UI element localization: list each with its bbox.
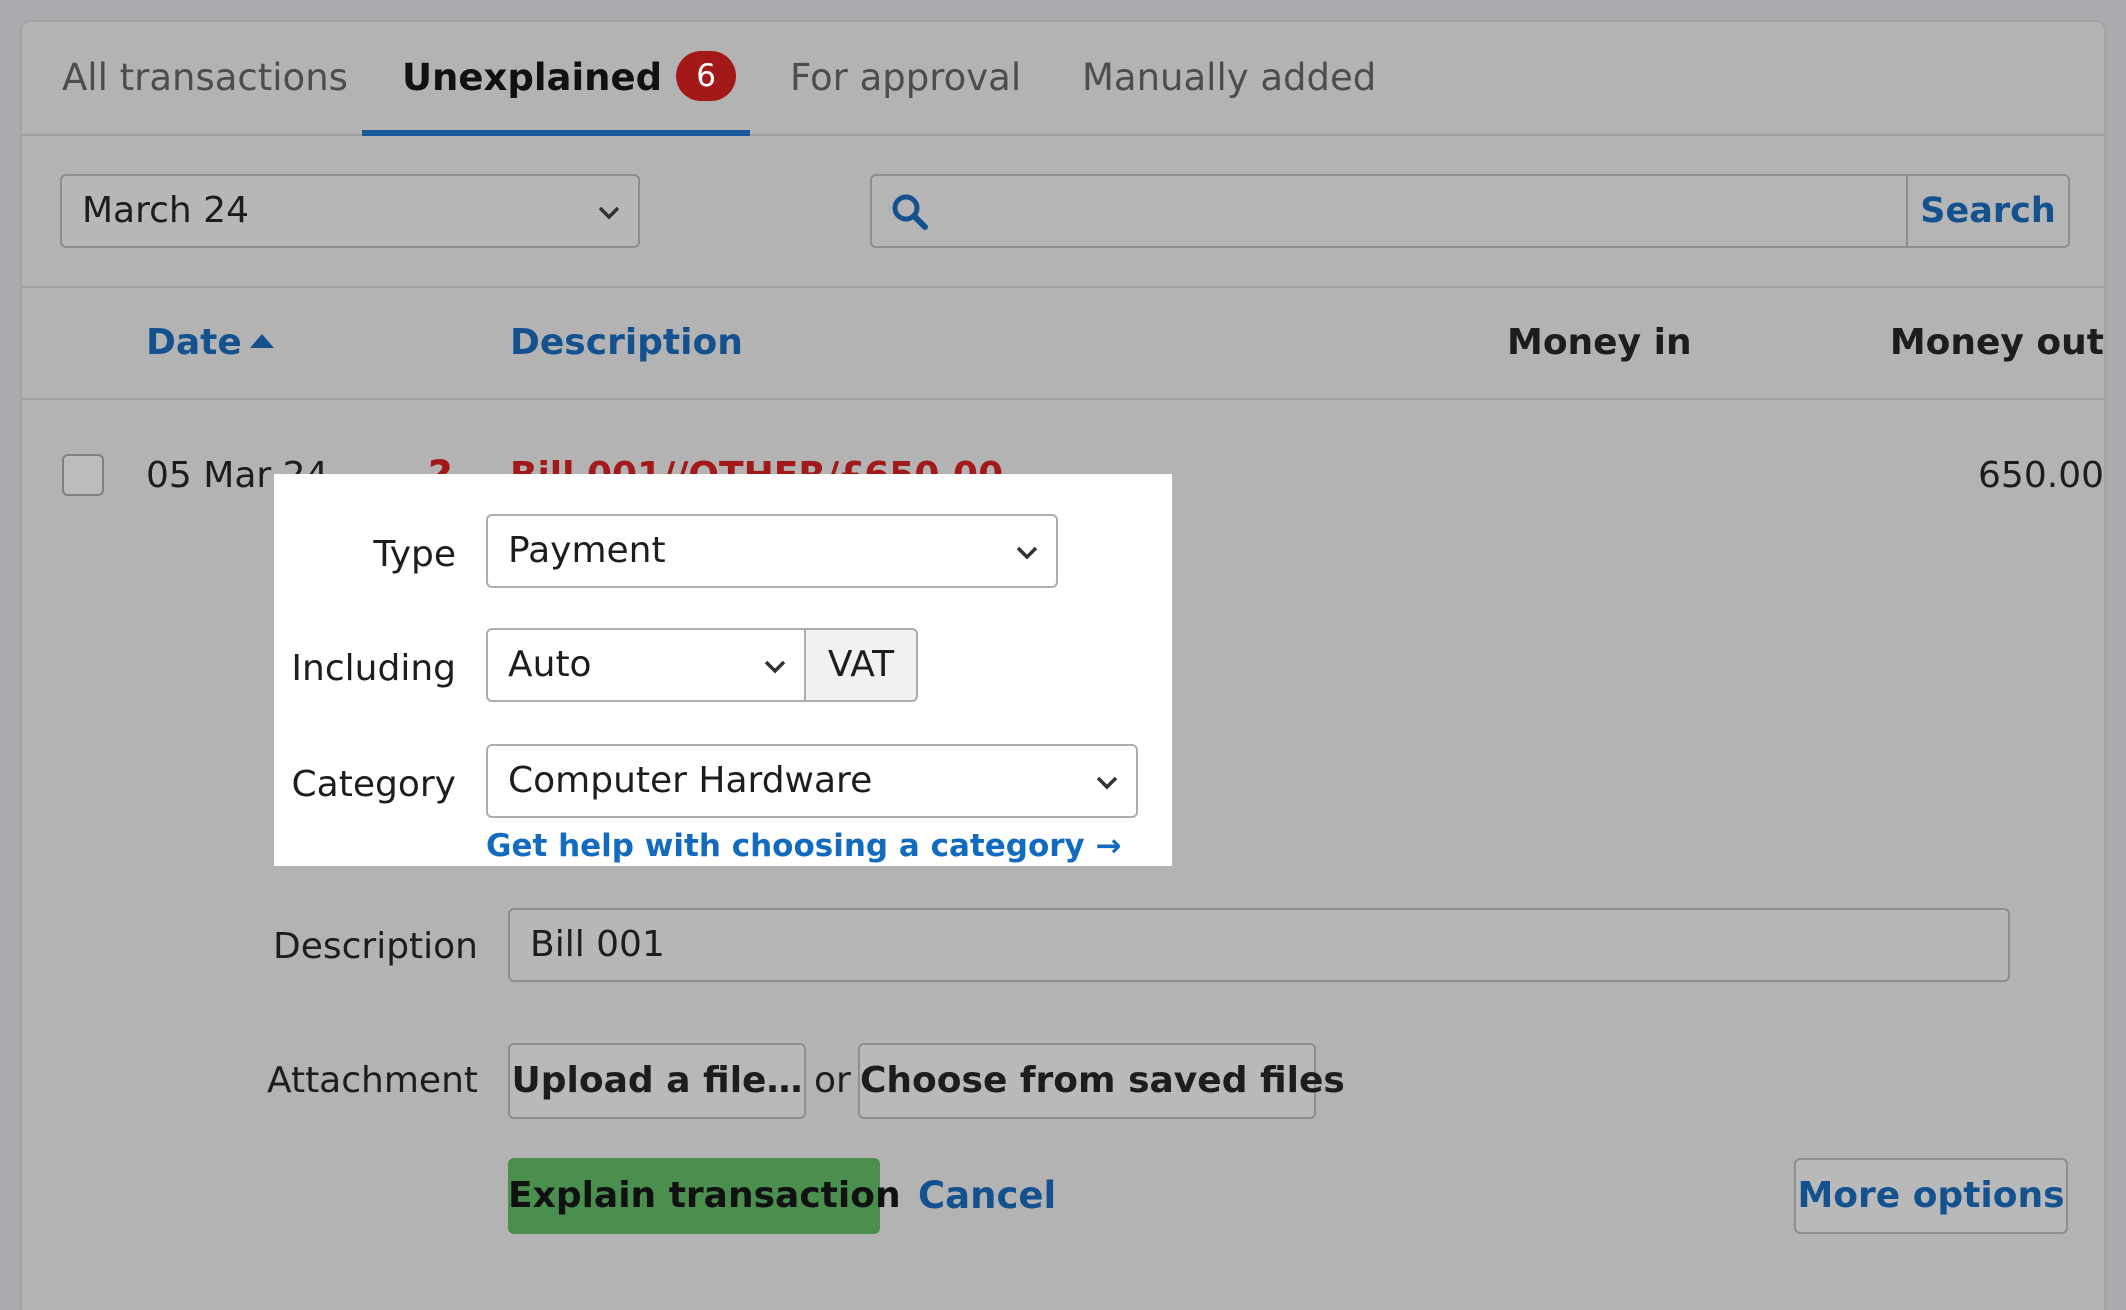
category-label: Category xyxy=(291,764,456,805)
tab-label: Unexplained xyxy=(402,56,663,99)
category-value: Computer Hardware xyxy=(508,760,873,801)
category-select[interactable]: Computer Hardware xyxy=(486,744,1138,818)
tab-label: All transactions xyxy=(62,56,348,99)
column-money-in: Money in xyxy=(1507,322,1692,363)
column-description[interactable]: Description xyxy=(510,288,743,398)
explain-transaction-button[interactable]: Explain transaction xyxy=(508,1158,901,1234)
search-icon xyxy=(890,192,930,232)
choose-saved-files-button[interactable]: Choose from saved files xyxy=(858,1043,1345,1119)
including-select[interactable]: Auto xyxy=(486,628,806,702)
unexplained-count-badge: 6 xyxy=(676,50,737,101)
row-select-checkbox[interactable] xyxy=(62,454,104,496)
tab-unexplained[interactable]: Unexplained 6 xyxy=(402,22,737,134)
attachment-label: Attachment xyxy=(266,1060,478,1101)
column-money-out-label: Money out xyxy=(1889,322,2104,363)
column-date-label: Date xyxy=(146,322,242,363)
more-options-button[interactable]: More options xyxy=(1794,1158,2068,1234)
column-date-sort[interactable]: Date xyxy=(146,288,274,398)
tab-bar: All transactions Unexplained 6 For approv… xyxy=(22,22,2104,136)
search-input[interactable] xyxy=(942,176,1956,248)
search-button[interactable]: Search xyxy=(1906,176,2068,246)
chevron-down-icon xyxy=(764,660,786,678)
table-header: Date Description Money in Money out xyxy=(22,288,2104,400)
description-input[interactable]: Bill 001 xyxy=(508,908,2010,982)
period-select[interactable]: March 24 xyxy=(60,174,640,248)
category-help-link[interactable]: Get help with choosing a category → xyxy=(486,828,1122,864)
chevron-down-icon xyxy=(1016,546,1038,564)
cancel-button[interactable]: Cancel xyxy=(918,1174,1056,1217)
tab-label: Manually added xyxy=(1082,56,1377,99)
filter-bar: March 24 Search xyxy=(22,136,2104,288)
tab-label: For approval xyxy=(790,56,1022,99)
including-value: Auto xyxy=(508,644,592,685)
explain-highlight-panel: Type Payment Including Auto VAT Category… xyxy=(274,474,1172,866)
or-text: or xyxy=(814,1060,851,1101)
tab-manually-added[interactable]: Manually added xyxy=(1082,22,1376,134)
chevron-down-icon xyxy=(1096,776,1118,794)
type-select[interactable]: Payment xyxy=(486,514,1058,588)
chevron-down-icon xyxy=(598,206,620,224)
type-value: Payment xyxy=(508,530,666,571)
search-bar: Search xyxy=(870,174,2070,248)
tab-all-transactions[interactable]: All transactions xyxy=(62,22,348,134)
vat-suffix: VAT xyxy=(806,628,918,702)
upload-file-button[interactable]: Upload a file… xyxy=(508,1043,806,1119)
including-label: Including xyxy=(291,648,456,689)
tab-for-approval[interactable]: For approval xyxy=(790,22,1021,134)
type-label: Type xyxy=(373,534,456,575)
transaction-money-out: 650.00 xyxy=(1978,455,2104,496)
sort-ascending-icon xyxy=(249,334,274,348)
period-value: March 24 xyxy=(82,190,249,231)
description-label: Description xyxy=(272,926,478,967)
